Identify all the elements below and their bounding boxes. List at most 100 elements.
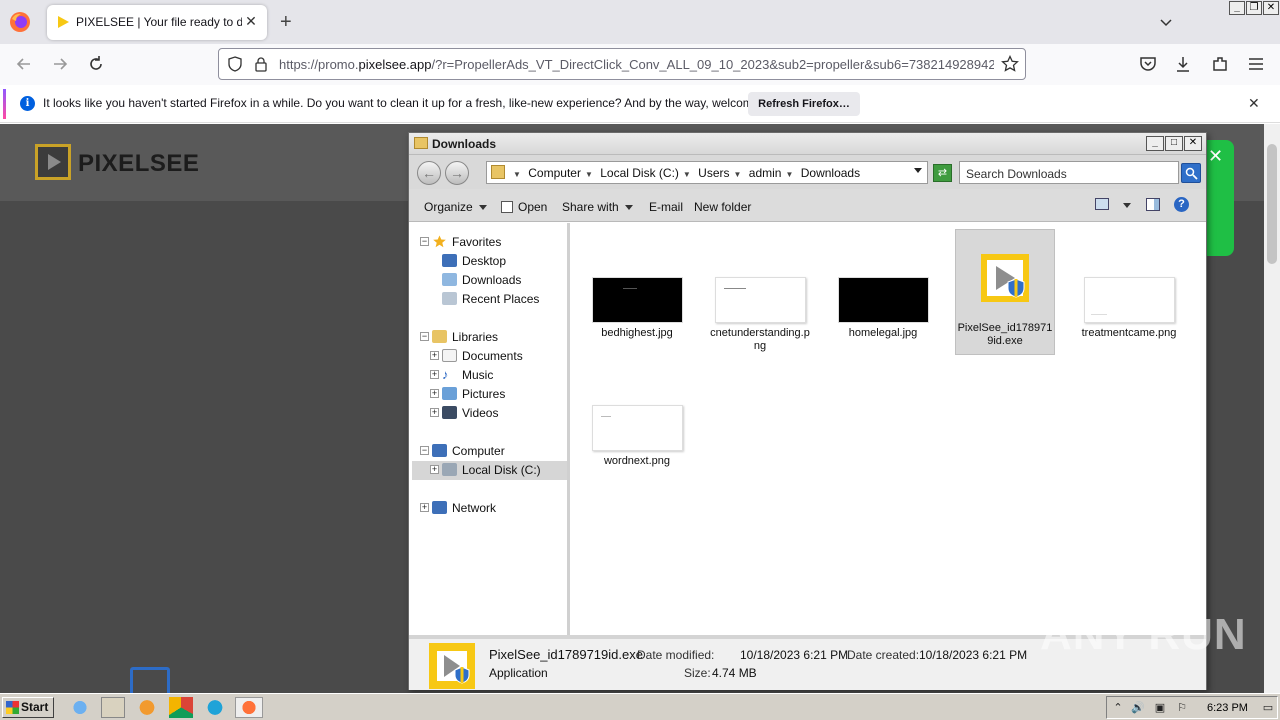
minimize-icon[interactable]: _: [1146, 136, 1164, 151]
file-item-treatmentcame[interactable]: treatmentcame.png: [1079, 277, 1179, 340]
preview-pane-icon[interactable]: [1146, 198, 1160, 211]
media-player-icon[interactable]: [135, 697, 159, 718]
details-file-name: PixelSee_id1789719id.exe: [489, 647, 643, 662]
notification-close-icon[interactable]: ✕: [1248, 95, 1260, 112]
tray-expand-icon[interactable]: ⌃: [1111, 701, 1125, 715]
forward-arrow-icon[interactable]: [50, 54, 70, 74]
search-icon[interactable]: [1181, 163, 1201, 183]
view-options-icon[interactable]: [1095, 198, 1109, 210]
nav-local-disk[interactable]: + Local Disk (C:): [412, 461, 567, 480]
file-item-pixelsee-exe[interactable]: PixelSee_id1789719id.exe: [955, 229, 1055, 355]
browser-tab-active[interactable]: PIXELSEE | Your file ready to download ✕: [47, 5, 267, 40]
details-file-type: Application: [489, 666, 548, 680]
recent-places-icon: [442, 292, 457, 305]
navigation-pane: − Favorites Desktop Downloads Recent Pla…: [412, 223, 570, 635]
lock-icon[interactable]: [253, 56, 269, 72]
open-button[interactable]: Open: [501, 200, 547, 214]
help-icon[interactable]: ?: [1174, 197, 1189, 212]
nav-libraries[interactable]: − Libraries: [412, 329, 567, 346]
play-favicon-icon: [58, 16, 69, 28]
file-item-cnetunderstanding[interactable]: cnetunderstanding.png: [710, 277, 810, 353]
file-name: wordnext.png: [603, 455, 671, 467]
breadcrumb-downloads[interactable]: Downloads: [801, 166, 860, 180]
details-size-value: 4.74 MB: [712, 666, 757, 680]
nav-desktop[interactable]: Desktop: [412, 253, 567, 270]
forward-arrow-icon[interactable]: →: [445, 161, 469, 185]
chevron-down-icon[interactable]: [1158, 14, 1174, 30]
site-brand-name[interactable]: PIXELSEE: [78, 150, 199, 178]
download-icon[interactable]: [1173, 54, 1193, 74]
collapse-icon: −: [420, 331, 429, 341]
minimize-icon[interactable]: _: [1229, 1, 1245, 15]
close-icon[interactable]: ✕: [1184, 136, 1202, 151]
browser-nav-bar: https://promo.pixelsee.app/?r=PropellerA…: [0, 44, 1280, 85]
new-tab-plus-icon[interactable]: +: [280, 12, 292, 32]
view-dropdown-icon[interactable]: [1123, 203, 1131, 208]
address-dropdown-icon[interactable]: [914, 168, 922, 173]
reload-icon[interactable]: [86, 54, 106, 74]
nav-downloads[interactable]: Downloads: [412, 272, 567, 289]
nav-documents[interactable]: + Documents: [412, 348, 567, 365]
show-desktop-icon[interactable]: ▭: [1261, 701, 1275, 715]
back-arrow-icon[interactable]: [14, 54, 34, 74]
restore-icon[interactable]: ❐: [1246, 1, 1262, 15]
breadcrumb-computer[interactable]: Computer: [528, 166, 581, 180]
close-icon[interactable]: ✕: [1263, 1, 1279, 15]
nav-recent-places[interactable]: Recent Places: [412, 291, 567, 308]
edge-icon[interactable]: [203, 697, 227, 718]
nav-computer[interactable]: − Computer: [412, 443, 567, 460]
search-input[interactable]: Search Downloads: [959, 161, 1179, 184]
music-icon: ♪: [442, 367, 449, 382]
organize-button[interactable]: Organize: [424, 200, 487, 214]
uac-shield-icon: [1007, 278, 1025, 298]
expand-icon: +: [430, 369, 439, 379]
downloads-folder-icon: [442, 273, 457, 286]
volume-icon[interactable]: 🔊: [1131, 701, 1145, 715]
panel-close-icon[interactable]: ✕: [1208, 146, 1223, 167]
clock[interactable]: 6:23 PM: [1207, 702, 1248, 714]
computer-icon: [432, 444, 447, 457]
details-modified-value: 10/18/2023 6:21 PM: [740, 648, 849, 662]
nav-network[interactable]: + Network: [412, 500, 567, 517]
nav-music[interactable]: + ♪ Music: [412, 367, 567, 384]
file-item-homelegal[interactable]: homelegal.jpg: [833, 277, 933, 340]
back-arrow-icon[interactable]: ←: [417, 161, 441, 185]
scrollbar-thumb[interactable]: [1267, 144, 1277, 264]
breadcrumb[interactable]: ▼ Computer ▼ Local Disk (C:) ▼ Users ▼ admi…: [486, 161, 928, 184]
tab-close-icon[interactable]: ✕: [243, 13, 259, 29]
network-tray-icon[interactable]: ▣: [1153, 701, 1167, 715]
refresh-icon[interactable]: ⇄: [933, 164, 952, 182]
file-item-bedhighest[interactable]: bedhighest.jpg: [587, 277, 687, 340]
breadcrumb-admin[interactable]: admin: [749, 166, 782, 180]
url-bar[interactable]: https://promo.pixelsee.app/?r=PropellerA…: [218, 48, 1026, 80]
breadcrumb-users[interactable]: Users: [698, 166, 729, 180]
nav-pictures[interactable]: + Pictures: [412, 386, 567, 403]
pocket-icon[interactable]: [1138, 54, 1158, 74]
explorer-taskbar-icon[interactable]: [101, 697, 125, 718]
new-folder-button[interactable]: New folder: [694, 200, 751, 214]
breadcrumb-local-disk[interactable]: Local Disk (C:): [600, 166, 679, 180]
expand-icon: +: [420, 502, 429, 512]
extensions-icon[interactable]: [1210, 54, 1230, 74]
flag-tray-icon[interactable]: ⚐: [1175, 701, 1189, 715]
image-thumbnail: [714, 277, 806, 323]
chrome-icon[interactable]: [169, 697, 193, 718]
bookmark-star-icon[interactable]: [1001, 55, 1019, 73]
file-item-wordnext[interactable]: wordnext.png: [587, 405, 687, 468]
email-button[interactable]: E-mail: [649, 200, 683, 214]
page-scrollbar[interactable]: [1264, 124, 1280, 693]
firefox-taskbar-icon[interactable]: [235, 697, 263, 718]
explorer-window: Downloads _ □ ✕ ← → ▼ Computer ▼ Local Di…: [408, 132, 1207, 690]
pixelsee-logo-icon[interactable]: [35, 144, 71, 180]
share-with-button[interactable]: Share with: [562, 200, 633, 214]
nav-videos[interactable]: + Videos: [412, 405, 567, 422]
start-button[interactable]: Start: [2, 697, 54, 718]
maximize-icon[interactable]: □: [1165, 136, 1183, 151]
hamburger-menu-icon[interactable]: [1246, 54, 1266, 74]
shield-icon[interactable]: [227, 56, 243, 72]
internet-explorer-icon[interactable]: [68, 697, 92, 718]
nav-favorites[interactable]: − Favorites: [412, 234, 567, 251]
explorer-title-bar[interactable]: Downloads _ □ ✕: [409, 133, 1206, 155]
firefox-logo-icon[interactable]: [9, 11, 31, 33]
refresh-firefox-button[interactable]: Refresh Firefox…: [748, 92, 860, 116]
